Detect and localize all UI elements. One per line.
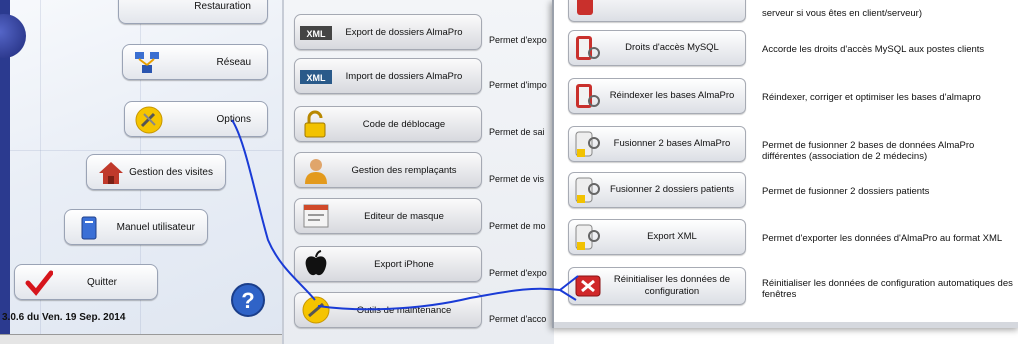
manuel-button[interactable]: Manuel utilisateur	[64, 209, 208, 245]
network-icon	[135, 52, 159, 73]
background-grid	[0, 150, 282, 151]
tool-description: Permet d'impo	[489, 80, 547, 90]
maintenance-description: Réinitialiser les données de configurati…	[762, 278, 1013, 300]
droits-mysql-button[interactable]: Droits d'accès MySQL	[568, 30, 746, 66]
tool-label: Gestion des remplaçants	[351, 164, 457, 176]
manual-icon	[81, 216, 97, 240]
window-frame	[554, 322, 1018, 328]
reseau-button[interactable]: Réseau	[122, 44, 268, 80]
import-dossiers-button[interactable]: XML Import de dossiers AlmaPro	[294, 58, 482, 94]
quit-icon	[25, 270, 53, 296]
outils-maintenance-button[interactable]: Outils de maintenance	[294, 292, 482, 328]
apple-icon	[305, 250, 327, 276]
options-icon	[135, 106, 163, 134]
main-menu-panel: Restauration Réseau Options Gestion des …	[0, 0, 282, 344]
tool-label: Code de déblocage	[362, 118, 446, 130]
database-reindex-icon	[576, 84, 600, 108]
visits-icon	[99, 162, 123, 184]
maintenance-description: Accorde les droits d'accès MySQL aux pos…	[762, 44, 985, 55]
options-button[interactable]: Options	[124, 101, 268, 137]
maintenance-label: Fusionner 2 bases AlmaPro	[613, 138, 731, 149]
xml-import-icon: XML	[300, 70, 332, 84]
fusionner-dossiers-button[interactable]: Fusionner 2 dossiers patients	[568, 172, 746, 208]
tool-label: Outils de maintenance	[356, 304, 452, 316]
visites-label: Gestion des visites	[129, 166, 213, 178]
database-merge-icon	[575, 131, 600, 157]
maintenance-label: Export XML	[647, 231, 697, 242]
maintenance-description: serveur si vous êtes en client/serveur)	[762, 8, 922, 19]
maintenance-icon	[302, 296, 330, 324]
reinitialiser-button[interactable]: Réinitialiser les données de configurati…	[568, 267, 746, 305]
tool-description: Permet de sai	[489, 127, 545, 137]
tool-description: Permet d'expo	[489, 35, 547, 45]
fusionner-bases-button[interactable]: Fusionner 2 bases AlmaPro	[568, 126, 746, 162]
reseau-label: Réseau	[216, 56, 251, 68]
reset-config-icon	[575, 275, 601, 297]
tool-description: Permet d'expo	[489, 268, 547, 278]
code-deblocage-button[interactable]: Code de déblocage	[294, 106, 482, 142]
export-dossiers-button[interactable]: XML Export de dossiers AlmaPro	[294, 14, 482, 50]
maintenance-label: Réinitialiser les données de configurati…	[613, 274, 731, 297]
navy-decoration	[0, 14, 26, 58]
tool-label: Editeur de masque	[364, 210, 444, 222]
visites-button[interactable]: Gestion des visites	[86, 154, 226, 190]
svg-text:?: ?	[241, 288, 254, 313]
editeur-masque-button[interactable]: Editeur de masque	[294, 198, 482, 234]
remplacants-button[interactable]: Gestion des remplaçants	[294, 152, 482, 188]
maintenance-label: Fusionner 2 dossiers patients	[609, 184, 735, 195]
tool-label: Export iPhone	[374, 258, 434, 270]
tool-description: Permet de mo	[489, 221, 546, 231]
maintenance-description: Permet de fusionner 2 bases de données A…	[762, 140, 975, 162]
quitter-label: Quitter	[86, 276, 117, 288]
export-iphone-button[interactable]: Export iPhone	[294, 246, 482, 282]
manuel-label: Manuel utilisateur	[116, 221, 195, 233]
maintenance-label: Réindexer les bases AlmaPro	[609, 90, 735, 101]
top-cut-button[interactable]	[568, 0, 746, 22]
maintenance-window: serveur si vous êtes en client/serveur) …	[552, 0, 1018, 328]
maintenance-description: Réindexer, corriger et optimiser les bas…	[762, 92, 981, 103]
database-xml-icon	[575, 224, 600, 250]
xml-export-icon: XML	[300, 26, 332, 40]
tool-description: Permet d'acco	[489, 314, 547, 324]
options-label: Options	[216, 113, 251, 125]
database-key-icon	[576, 36, 600, 60]
mask-editor-icon	[303, 204, 329, 228]
restauration-label: Restauration	[194, 0, 251, 12]
maintenance-label: Droits d'accès MySQL	[625, 42, 719, 53]
reindexer-button[interactable]: Réindexer les bases AlmaPro	[568, 78, 746, 114]
version-label: 3.0.6 du Ven. 19 Sep. 2014	[2, 312, 126, 323]
svg-text:XML: XML	[307, 29, 327, 39]
svg-text:XML: XML	[307, 73, 327, 83]
database-icon	[577, 0, 593, 15]
person-icon	[305, 159, 327, 184]
tools-panel: XML Export de dossiers AlmaPro Permet d'…	[282, 0, 554, 344]
tool-label: Import de dossiers AlmaPro	[345, 70, 463, 82]
tool-description: Permet de vis	[489, 174, 545, 184]
status-strip	[0, 334, 282, 344]
maintenance-description: Permet de fusionner 2 dossiers patients	[762, 186, 930, 197]
export-xml-button[interactable]: Export XML	[568, 219, 746, 255]
tool-label: Export de dossiers AlmaPro	[345, 26, 463, 38]
quitter-button[interactable]: Quitter	[14, 264, 158, 300]
padlock-icon	[304, 110, 326, 138]
database-merge-icon	[575, 177, 600, 203]
help-icon[interactable]: ?	[230, 282, 266, 318]
maintenance-description: Permet d'exporter les données d'AlmaPro …	[762, 233, 1003, 244]
restauration-button[interactable]: Restauration	[118, 0, 268, 24]
